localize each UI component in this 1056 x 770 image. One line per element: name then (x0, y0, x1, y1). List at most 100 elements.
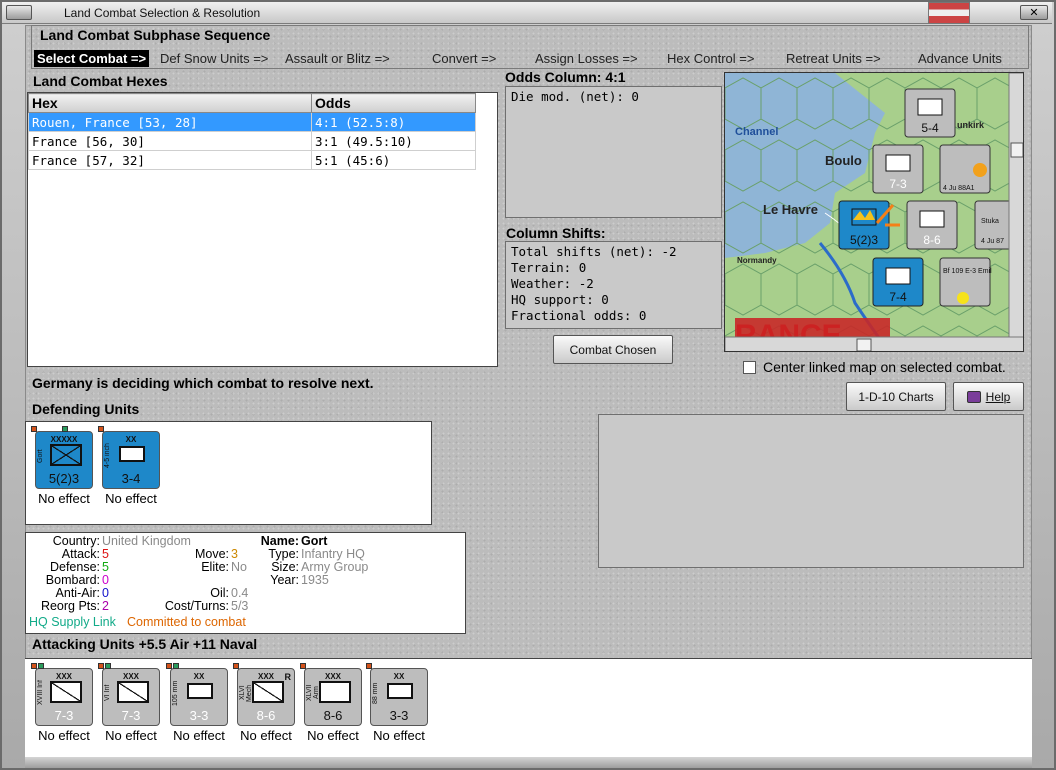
map-counter[interactable]: 5-4 (904, 88, 956, 138)
col-hex[interactable]: Hex (28, 93, 312, 113)
unit-strength: 5(2)3 (48, 471, 80, 486)
center-linked-label: Center linked map on selected combat. (763, 359, 1006, 375)
shift-weather: Weather: -2 (511, 276, 594, 291)
charts-button[interactable]: 1-D-10 Charts (846, 382, 946, 411)
step-assign-losses: Assign Losses => (535, 51, 638, 66)
map-vertical-scroll-thumb[interactable] (1010, 142, 1023, 158)
info-bombard: 0 (102, 573, 109, 587)
odds-column-title: Odds Column: 4:1 (505, 69, 626, 85)
odds-cell: 3:1 (49.5:10) (311, 131, 476, 151)
subphase-sequence-title: Land Combat Subphase Sequence (40, 27, 271, 43)
odds-cell: 5:1 (45:6) (311, 150, 476, 170)
unit-name: XVIII Inf (37, 680, 44, 706)
unit-strength: 8-6 (323, 708, 343, 723)
svg-text:5-4: 5-4 (921, 121, 939, 135)
unit-effect: No effect (307, 728, 359, 743)
defending-units-title: Defending Units (32, 401, 140, 417)
unit-effect: No effect (240, 728, 292, 743)
map-counter-selected[interactable]: 5(2)3 (838, 200, 890, 250)
help-label: Help (985, 389, 1011, 404)
unit-effect: No effect (105, 728, 157, 743)
window-title: Land Combat Selection & Resolution (64, 6, 261, 20)
map-label-le-havre: Le Havre (763, 202, 818, 217)
combat-results-panel (598, 414, 1024, 568)
map-counter[interactable]: 8-6 (906, 200, 958, 250)
info-move: 3 (231, 547, 238, 561)
unit-name: XLVI Mech (239, 684, 253, 702)
map-label-channel: Channel (735, 126, 778, 138)
unit-name: 4-5 inch (104, 443, 111, 469)
unit-counter-artillery[interactable]: XX 4-5 inch 3-4 (98, 426, 160, 489)
shift-fractional-odds: Fractional odds: 0 (511, 308, 647, 323)
column-shifts-panel: Total shifts (net): -2 Terrain: 0 Weathe… (505, 241, 722, 329)
unit-effect: No effect (38, 728, 90, 743)
hex-cell: Rouen, France [53, 28] (28, 112, 312, 132)
hex-row[interactable]: France [57, 32] 5:1 (45:6) (28, 150, 476, 170)
unit-counter-xlvi-mech[interactable]: XXX XLVI Mech R 8-6 (233, 663, 295, 726)
odds-cell: 4:1 (52.5:8) (311, 112, 476, 132)
hex-cell: France [57, 32] (28, 150, 312, 170)
unit-effect: No effect (173, 728, 225, 743)
center-linked-option[interactable]: Center linked map on selected combat. (743, 359, 1006, 375)
hex-row[interactable]: France [56, 30] 3:1 (49.5:10) (28, 131, 476, 151)
unit-effect: No effect (105, 491, 157, 506)
map-label-normandy: Normandy (737, 256, 777, 265)
info-defense: 5 (102, 560, 109, 574)
hq-symbol-icon (50, 444, 82, 466)
unit-counter-105mm[interactable]: XX 105 mm 3-3 (166, 663, 228, 726)
info-antiair: 0 (102, 586, 109, 600)
attacking-units-panel: XXX XVIII Inf 7-3 No effect XXX VI Inf 7… (25, 658, 1032, 757)
col-odds[interactable]: Odds (311, 93, 476, 113)
unit-counter-gort[interactable]: XXXXX Gort 5(2)3 (31, 426, 93, 489)
map-horizontal-scroll-thumb[interactable] (856, 338, 872, 351)
armor-symbol-icon (319, 681, 351, 703)
subphase-sequence: Select Combat => Def Snow Units => Assau… (34, 50, 1028, 67)
shift-total: Total shifts (net): -2 (511, 244, 677, 259)
step-retreat-units: Retreat Units => (786, 51, 881, 66)
hex-row[interactable]: Rouen, France [53, 28] 4:1 (52.5:8) (28, 112, 476, 132)
unit-name: XLVII Arm (306, 684, 320, 702)
linked-map[interactable]: RANCE Channel Boulo Le Havre Normandy un… (724, 72, 1024, 352)
title-bar: Land Combat Selection & Resolution ✕ (2, 2, 1052, 24)
hexes-table: Hex Odds Rouen, France [53, 28] 4:1 (52.… (27, 92, 498, 367)
infantry-symbol-icon (117, 681, 149, 703)
artillery-symbol-icon (187, 683, 213, 699)
map-counter[interactable]: 7-4 (872, 257, 924, 307)
info-size: Army Group (301, 560, 369, 574)
air-counter[interactable]: Bf 109 E-3 Emil (939, 257, 992, 307)
die-mod: Die mod. (net): 0 (511, 89, 639, 104)
center-linked-checkbox[interactable] (743, 360, 756, 374)
unit-strength: 7-3 (54, 708, 74, 723)
map-counter[interactable]: 7-3 (872, 144, 924, 194)
svg-text:4 Ju 87: 4 Ju 87 (981, 238, 1004, 245)
svg-text:Stuka: Stuka (981, 218, 999, 225)
unit-counter-xviii-inf[interactable]: XXX XVIII Inf 7-3 (31, 663, 93, 726)
unit-counter-vi-inf[interactable]: XXX VI Inf 7-3 (98, 663, 160, 726)
unit-name: Gort (37, 449, 44, 463)
anti-air-symbol-icon (387, 683, 413, 699)
hexes-title: Land Combat Hexes (33, 73, 168, 89)
svg-text:4 Ju 88A1: 4 Ju 88A1 (943, 185, 975, 192)
map-horizontal-scrollbar[interactable] (725, 336, 1024, 352)
unit-strength: 3-3 (189, 708, 209, 723)
unit-strength: 7-3 (121, 708, 141, 723)
air-counter[interactable]: 4 Ju 88A1 (939, 144, 991, 194)
map-label-boulogne: Boulo (825, 153, 862, 168)
unit-counter-xlvii-arm[interactable]: XXX XLVII Arm 8-6 (300, 663, 362, 726)
map-vertical-scrollbar[interactable] (1008, 73, 1024, 338)
map-label-dunkirk: unkirk (957, 120, 985, 130)
system-menu-button[interactable] (6, 5, 32, 20)
help-button[interactable]: Help (953, 382, 1024, 411)
info-country: United Kingdom (102, 534, 191, 548)
column-shifts-title: Column Shifts: (506, 225, 606, 241)
unit-name: VI Inf (104, 684, 111, 702)
step-advance-units: Advance Units (918, 51, 1002, 66)
svg-text:7-3: 7-3 (889, 177, 907, 191)
close-button[interactable]: ✕ (1020, 5, 1048, 20)
help-book-icon (966, 390, 981, 403)
unit-counter-88mm[interactable]: XX 88 mm 3-3 (366, 663, 428, 726)
infantry-symbol-icon (50, 681, 82, 703)
odds-panel: Die mod. (net): 0 (505, 86, 722, 218)
combat-chosen-button[interactable]: Combat Chosen (553, 335, 673, 364)
step-hex-control: Hex Control => (667, 51, 755, 66)
